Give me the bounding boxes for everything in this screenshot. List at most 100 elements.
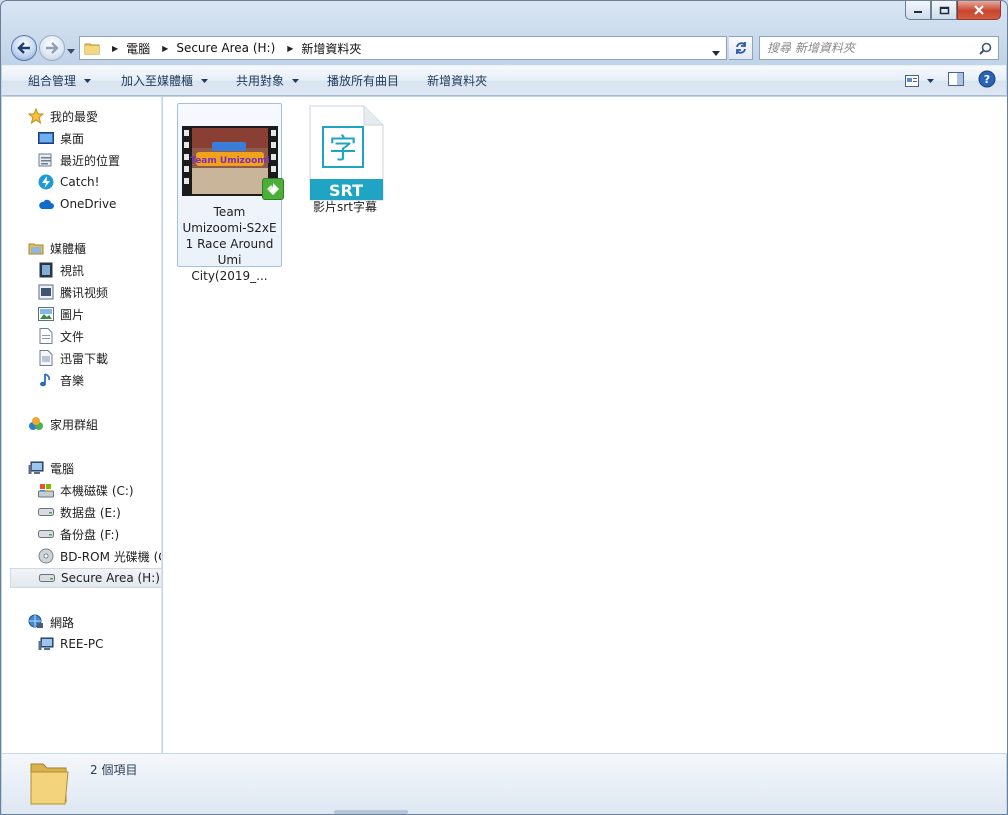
sidebar-homegroup[interactable]: 家用群組 [28, 414, 98, 434]
play-all-button[interactable]: 播放所有曲目 [317, 69, 409, 92]
sidebar-favorites-label: 我的最愛 [50, 109, 99, 124]
sidebar-item-label: 視訊 [60, 263, 85, 278]
resize-grip[interactable] [334, 810, 408, 814]
file-name: 影片srt字幕 [303, 199, 387, 215]
address-history-dropdown[interactable] [712, 45, 720, 59]
file-item-video[interactable]: Team Umizoomi Team Umizoomi-S2xE 1 Race … [177, 103, 284, 283]
sidebar-item-local-disk-c[interactable]: 本機磁碟 (C:) [38, 480, 134, 500]
close-button[interactable] [957, 1, 1001, 20]
forward-button[interactable] [39, 35, 65, 61]
share-with-label: 共用對象 [236, 74, 285, 88]
search-box[interactable] [759, 36, 999, 60]
breadcrumb-computer[interactable]: 電腦 [126, 40, 150, 57]
arrow-left-icon [17, 42, 30, 54]
sidebar-item-label: 圖片 [60, 307, 85, 322]
new-folder-label: 新增資料夾 [427, 74, 488, 88]
sidebar-item-backup-disk-f[interactable]: 备份盘 (F:) [38, 524, 119, 544]
play-all-label: 播放所有曲目 [327, 74, 400, 88]
help-icon: ? [978, 70, 996, 88]
sidebar-favorites[interactable]: 我的最愛 [28, 106, 98, 126]
chevron-down-icon [84, 78, 92, 83]
sidebar-item-secure-area-h[interactable]: Secure Area (H:) [10, 568, 161, 588]
maximize-icon [939, 6, 949, 14]
sidebar-item-label: 桌面 [60, 131, 85, 146]
star-icon [28, 108, 44, 124]
sidebar-item-ree-pc[interactable]: REE-PC [38, 634, 103, 654]
new-folder-button[interactable]: 新增資料夾 [417, 69, 497, 92]
file-name-line: Team [213, 205, 246, 219]
file-name-line: 影片srt字幕 [313, 200, 377, 214]
breadcrumb-folder[interactable]: 新增資料夾 [301, 40, 361, 57]
file-name-line: Umi City(2019_... [191, 253, 268, 283]
sidebar-item-videos[interactable]: 視訊 [38, 260, 84, 280]
sidebar-item-tencent-video[interactable]: 騰讯视频 [38, 282, 108, 302]
sidebar-item-label: 音樂 [60, 373, 85, 388]
search-icon[interactable] [979, 42, 992, 58]
folder-icon [28, 758, 72, 809]
refresh-icon [735, 42, 746, 54]
sidebar-computer[interactable]: 電腦 [28, 458, 74, 478]
recent-places-icon [38, 152, 54, 168]
computer-icon [38, 636, 54, 652]
homegroup-icon [28, 416, 44, 432]
video-folder-icon [38, 284, 54, 300]
sidebar-item-music[interactable]: 音樂 [38, 370, 84, 390]
drive-icon [39, 570, 55, 586]
system-drive-icon [38, 482, 54, 498]
sidebar-item-data-disk-e[interactable]: 数据盘 (E:) [38, 502, 121, 522]
maximize-button[interactable] [931, 1, 957, 20]
command-bar: 組合管理 加入至媒體櫃 共用對象 播放所有曲目 新增資料夾 ? [2, 65, 1006, 96]
download-folder-icon [38, 350, 54, 366]
sidebar-item-thunder-downloads[interactable]: 迅雷下載 [38, 348, 108, 368]
refresh-button[interactable] [729, 36, 753, 60]
disc-icon [38, 548, 54, 564]
file-list-view[interactable]: Team Umizoomi Team Umizoomi-S2xE 1 Race … [163, 97, 1007, 753]
help-button[interactable]: ? [978, 70, 996, 91]
video-thumbnail: Team Umizoomi [181, 126, 284, 200]
breadcrumb-arrow-icon[interactable]: ▶ [287, 44, 293, 53]
search-input[interactable] [767, 41, 972, 55]
sidebar-network[interactable]: 網路 [28, 612, 74, 632]
share-with-menu[interactable]: 共用對象 [226, 69, 309, 92]
library-icon [28, 240, 44, 256]
minimize-button[interactable] [905, 1, 931, 20]
sidebar-item-label: Secure Area (H:) [61, 571, 160, 585]
change-view-button[interactable] [905, 74, 934, 87]
details-pane: 2 個項目 [2, 753, 1006, 814]
recent-pages-dropdown[interactable] [67, 43, 75, 57]
chevron-down-icon [292, 78, 300, 83]
chevron-down-icon [712, 51, 720, 56]
sidebar-item-bd-rom-drive[interactable]: BD-ROM 光碟機 (G:) [38, 546, 161, 566]
sidebar-item-catch[interactable]: Catch! [38, 172, 99, 192]
breadcrumb-arrow-icon[interactable]: ▶ [162, 44, 168, 53]
include-in-library-menu[interactable]: 加入至媒體櫃 [111, 69, 218, 92]
preview-pane-icon [948, 72, 964, 86]
sidebar-item-recent-places[interactable]: 最近的位置 [38, 150, 120, 170]
sidebar-item-label: BD-ROM 光碟機 (G:) [60, 549, 161, 564]
file-item-srt[interactable]: 字 SRT 影片srt字幕 [303, 103, 387, 221]
folder-icon [84, 41, 100, 55]
arrow-right-icon [46, 42, 59, 54]
view-controls: ? [905, 70, 996, 91]
picture-icon [38, 306, 54, 322]
sidebar-item-onedrive[interactable]: OneDrive [38, 194, 116, 214]
thumbnail-title: Team Umizoomi [190, 156, 269, 166]
network-icon [28, 614, 44, 630]
breadcrumb-drive[interactable]: Secure Area (H:) [176, 41, 275, 55]
sidebar-item-desktop[interactable]: 桌面 [38, 128, 84, 148]
preview-pane-button[interactable] [948, 72, 964, 89]
breadcrumb-arrow-icon: ▶ [112, 43, 119, 53]
organize-menu[interactable]: 組合管理 [18, 69, 101, 92]
address-bar[interactable]: ▶ 電腦 ▶ Secure Area (H:) ▶ 新增資料夾 [79, 36, 727, 60]
lightning-icon [38, 174, 54, 190]
sidebar-item-label: OneDrive [60, 197, 117, 211]
sidebar-item-label: 迅雷下載 [60, 351, 109, 366]
sidebar-libraries[interactable]: 媒體櫃 [28, 238, 86, 258]
sidebar-item-documents[interactable]: 文件 [38, 326, 84, 346]
file-name-line: 1 Race Around [185, 237, 274, 251]
sidebar-item-pictures[interactable]: 圖片 [38, 304, 84, 324]
organize-label: 組合管理 [28, 74, 77, 88]
chevron-down-icon [927, 78, 934, 83]
back-button[interactable] [11, 35, 37, 61]
file-name: Team Umizoomi-S2xE 1 Race Around Umi Cit… [178, 204, 281, 284]
